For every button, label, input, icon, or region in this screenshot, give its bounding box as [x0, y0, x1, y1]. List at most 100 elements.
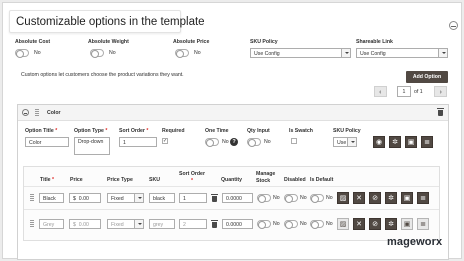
header-divider	[24, 186, 439, 187]
chevron-down-icon	[134, 194, 143, 202]
disabled-value: No	[300, 195, 307, 201]
value-sort-order-input[interactable]: 2	[179, 219, 207, 229]
image-settings-icon[interactable]: ▣	[405, 136, 417, 148]
absolute-price-toggle[interactable]	[175, 49, 189, 58]
option-type-value: Drop-down	[78, 139, 104, 145]
image-icon[interactable]: ▨	[337, 192, 349, 204]
value-price-type-select[interactable]: Fixed	[107, 219, 144, 229]
drag-handle-icon[interactable]	[30, 220, 34, 227]
absolute-weight-value: No	[109, 50, 116, 56]
is-default-toggle[interactable]	[310, 220, 324, 229]
link-icon[interactable]: ⊘	[369, 218, 381, 230]
eye-icon[interactable]: ◉	[373, 136, 385, 148]
value-price-input[interactable]: $ 0.00	[69, 193, 101, 203]
gear-icon[interactable]: ✲	[385, 192, 397, 204]
disabled-toggle[interactable]	[284, 194, 298, 203]
info-text: Custom options let customers choose the …	[21, 72, 184, 78]
drag-handle-icon[interactable]	[35, 109, 39, 116]
image-icon[interactable]: ▨	[337, 218, 349, 230]
brand-logo: mageworx	[387, 236, 443, 248]
absolute-weight-toggle[interactable]	[90, 49, 104, 58]
qty-input-toggle[interactable]	[247, 138, 261, 147]
add-option-button[interactable]: Add Option	[406, 71, 448, 83]
description-icon[interactable]: ≣	[417, 218, 429, 230]
collapse-section-icon[interactable]	[449, 21, 458, 30]
collapse-option-icon[interactable]	[22, 109, 29, 116]
drag-handle-icon[interactable]	[30, 194, 34, 201]
absolute-weight-label: Absolute Weight	[88, 39, 129, 45]
col-disabled: Disabled	[284, 177, 306, 183]
value-sort-order-input[interactable]: 1	[179, 193, 207, 203]
col-quantity: Quantity	[221, 177, 243, 183]
manage-stock-toggle[interactable]	[257, 194, 271, 203]
page-input[interactable]: 1	[397, 86, 411, 97]
description-icon[interactable]: ≣	[417, 192, 429, 204]
option-panel-header[interactable]: Color	[18, 105, 448, 121]
value-sku-input[interactable]: black	[149, 193, 175, 203]
value-title-input[interactable]: Black	[39, 193, 64, 203]
col-is-default: Is Default	[310, 177, 334, 183]
manage-stock-value: No	[273, 195, 280, 201]
dependency-icon[interactable]: ✕	[353, 192, 365, 204]
option-title-input[interactable]: Color	[25, 137, 69, 147]
is-default-toggle[interactable]	[310, 194, 324, 203]
sort-order-label: Sort Order *	[119, 128, 149, 134]
manage-stock-value: No	[273, 221, 280, 227]
value-title-input[interactable]: Grey	[39, 219, 64, 229]
value-sku-input[interactable]: grey	[149, 219, 175, 229]
qty-input-label: Qty Input	[247, 128, 270, 134]
shareable-link-select[interactable]: Use Config	[356, 48, 448, 58]
absolute-cost-label: Absolute Cost	[15, 39, 51, 45]
required-label: Required	[162, 128, 185, 134]
shareable-link-label: Shareable Link	[356, 39, 393, 45]
absolute-cost-toggle[interactable]	[15, 49, 29, 58]
option-type-select[interactable]: Drop-down	[74, 137, 110, 155]
col-sku: SKU	[149, 177, 160, 183]
sku-policy-label: SKU Policy	[250, 39, 278, 45]
sort-order-input[interactable]: 1	[119, 137, 157, 147]
section-header: Customizable options in the template	[9, 10, 205, 33]
required-checkbox[interactable]: ✓	[162, 138, 168, 144]
manage-stock-toggle[interactable]	[257, 220, 271, 229]
delete-option-icon[interactable]	[437, 108, 444, 116]
one-time-label: One Time	[205, 128, 229, 134]
dependency-icon[interactable]: ✕	[353, 218, 365, 230]
page-count: of 1	[414, 89, 423, 95]
description-icon[interactable]: ≣	[421, 136, 433, 148]
sku-policy-select[interactable]: Use Config	[250, 48, 351, 58]
shareable-link-value: Use Config	[360, 51, 386, 57]
sku-policy-value: Use Config	[254, 51, 280, 57]
value-price-input[interactable]: $ 0.00	[69, 219, 101, 229]
col-sort-order: Sort Order *	[179, 171, 205, 184]
link-icon[interactable]: ⊘	[369, 192, 381, 204]
absolute-cost-value: No	[34, 50, 41, 56]
pager-prev-button[interactable]	[374, 86, 387, 97]
disabled-toggle[interactable]	[284, 220, 298, 229]
row-divider	[24, 209, 439, 210]
absolute-price-label: Absolute Price	[173, 39, 210, 45]
gear-icon[interactable]: ✲	[385, 218, 397, 230]
is-swatch-checkbox[interactable]	[291, 138, 297, 144]
value-quantity-input[interactable]: 0.0000	[222, 193, 253, 203]
delete-value-icon[interactable]	[211, 220, 218, 228]
option-type-label: Option Type *	[74, 128, 108, 134]
col-title: Title *	[40, 177, 55, 183]
delete-value-icon[interactable]	[211, 194, 218, 202]
absolute-price-value: No	[194, 50, 201, 56]
col-price: Price	[70, 177, 83, 183]
gear-icon[interactable]: ✲	[389, 136, 401, 148]
image-settings-icon[interactable]: ▣	[401, 192, 413, 204]
disabled-value: No	[300, 221, 307, 227]
image-settings-icon[interactable]: ▣	[401, 218, 413, 230]
content-frame: Customizable options in the template Abs…	[2, 2, 462, 260]
pager-next-button[interactable]	[434, 86, 447, 97]
one-time-toggle[interactable]	[205, 138, 219, 147]
option-title-label: Option Title *	[25, 128, 58, 134]
value-price-type-select[interactable]: Fixed	[107, 193, 144, 203]
chevron-down-icon	[347, 138, 356, 146]
help-icon[interactable]: ?	[230, 138, 238, 146]
is-default-value: No	[326, 221, 333, 227]
option-sku-policy-select[interactable]: Use Cc	[333, 137, 357, 147]
is-default-value: No	[326, 195, 333, 201]
value-quantity-input[interactable]: 0.0000	[222, 219, 253, 229]
